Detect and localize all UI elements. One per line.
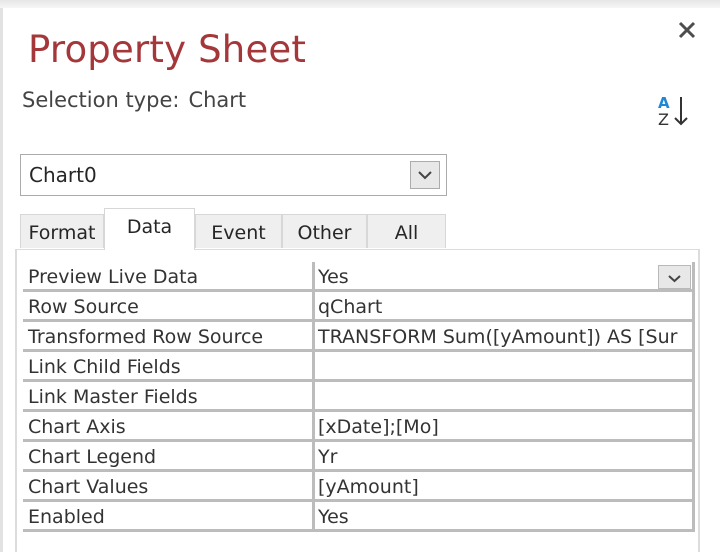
property-name: Row Source <box>23 292 315 319</box>
svg-text:Z: Z <box>658 110 669 129</box>
property-row-link-child-fields: Link Child Fields <box>23 352 695 382</box>
object-selector-value: Chart0 <box>29 163 97 187</box>
property-value-field[interactable]: Yes <box>315 502 695 529</box>
property-name: Chart Values <box>23 472 315 499</box>
property-dropdown-button[interactable] <box>658 265 691 289</box>
chevron-down-icon <box>668 275 681 283</box>
property-value-field[interactable]: qChart <box>315 292 695 319</box>
tab-format[interactable]: Format <box>20 214 104 248</box>
object-selector-dropdown-button[interactable] <box>410 161 440 189</box>
object-selector[interactable]: Chart0 <box>20 154 447 196</box>
property-name: Chart Legend <box>23 442 315 469</box>
property-value: Yes <box>318 266 349 288</box>
property-name: Preview Live Data <box>23 262 315 289</box>
selection-type-label: Selection type: <box>22 88 180 112</box>
property-value-field[interactable]: TRANSFORM Sum([yAmount]) AS [Sur <box>315 322 695 349</box>
selection-type: Selection type: Chart <box>22 88 246 112</box>
selection-type-value: Chart <box>188 88 247 112</box>
property-row-chart-axis: Chart Axis [xDate];[Mo] <box>23 412 695 442</box>
property-row-chart-legend: Chart Legend Yr <box>23 442 695 472</box>
close-button[interactable] <box>673 16 701 44</box>
tab-data[interactable]: Data <box>104 208 195 250</box>
tab-event[interactable]: Event <box>195 214 282 248</box>
tab-bar: Format Data Event Other All <box>20 208 700 250</box>
property-value-field[interactable] <box>315 382 695 409</box>
sort-a-to-z-icon: A Z <box>658 94 688 129</box>
property-value-field[interactable]: Yes <box>315 262 695 289</box>
close-icon <box>678 21 696 39</box>
chevron-down-icon <box>418 171 432 180</box>
tab-other[interactable]: Other <box>282 214 367 248</box>
property-value-field[interactable]: [xDate];[Mo] <box>315 412 695 439</box>
property-value-field[interactable]: [yAmount] <box>315 472 695 499</box>
property-name: Chart Axis <box>23 412 315 439</box>
window-left-edge <box>0 8 3 552</box>
property-value-field[interactable] <box>315 352 695 379</box>
property-row-preview-live-data: Preview Live Data Yes <box>23 262 695 292</box>
property-row-chart-values: Chart Values [yAmount] <box>23 472 695 502</box>
property-row-enabled: Enabled Yes <box>23 502 695 532</box>
sort-button[interactable]: A Z <box>655 92 695 130</box>
tab-all[interactable]: All <box>367 214 446 248</box>
property-name: Enabled <box>23 502 315 529</box>
property-row-link-master-fields: Link Master Fields <box>23 382 695 412</box>
page-title: Property Sheet <box>28 28 307 71</box>
property-name: Link Master Fields <box>23 382 315 409</box>
property-value-field[interactable]: Yr <box>315 442 695 469</box>
property-grid: Preview Live Data Yes Row Source qChart … <box>23 262 695 532</box>
property-row-transformed-row-source: Transformed Row Source TRANSFORM Sum([yA… <box>23 322 695 352</box>
property-name: Link Child Fields <box>23 352 315 379</box>
property-name: Transformed Row Source <box>23 322 315 349</box>
window-top-edge <box>0 0 720 8</box>
property-row-row-source: Row Source qChart <box>23 292 695 322</box>
